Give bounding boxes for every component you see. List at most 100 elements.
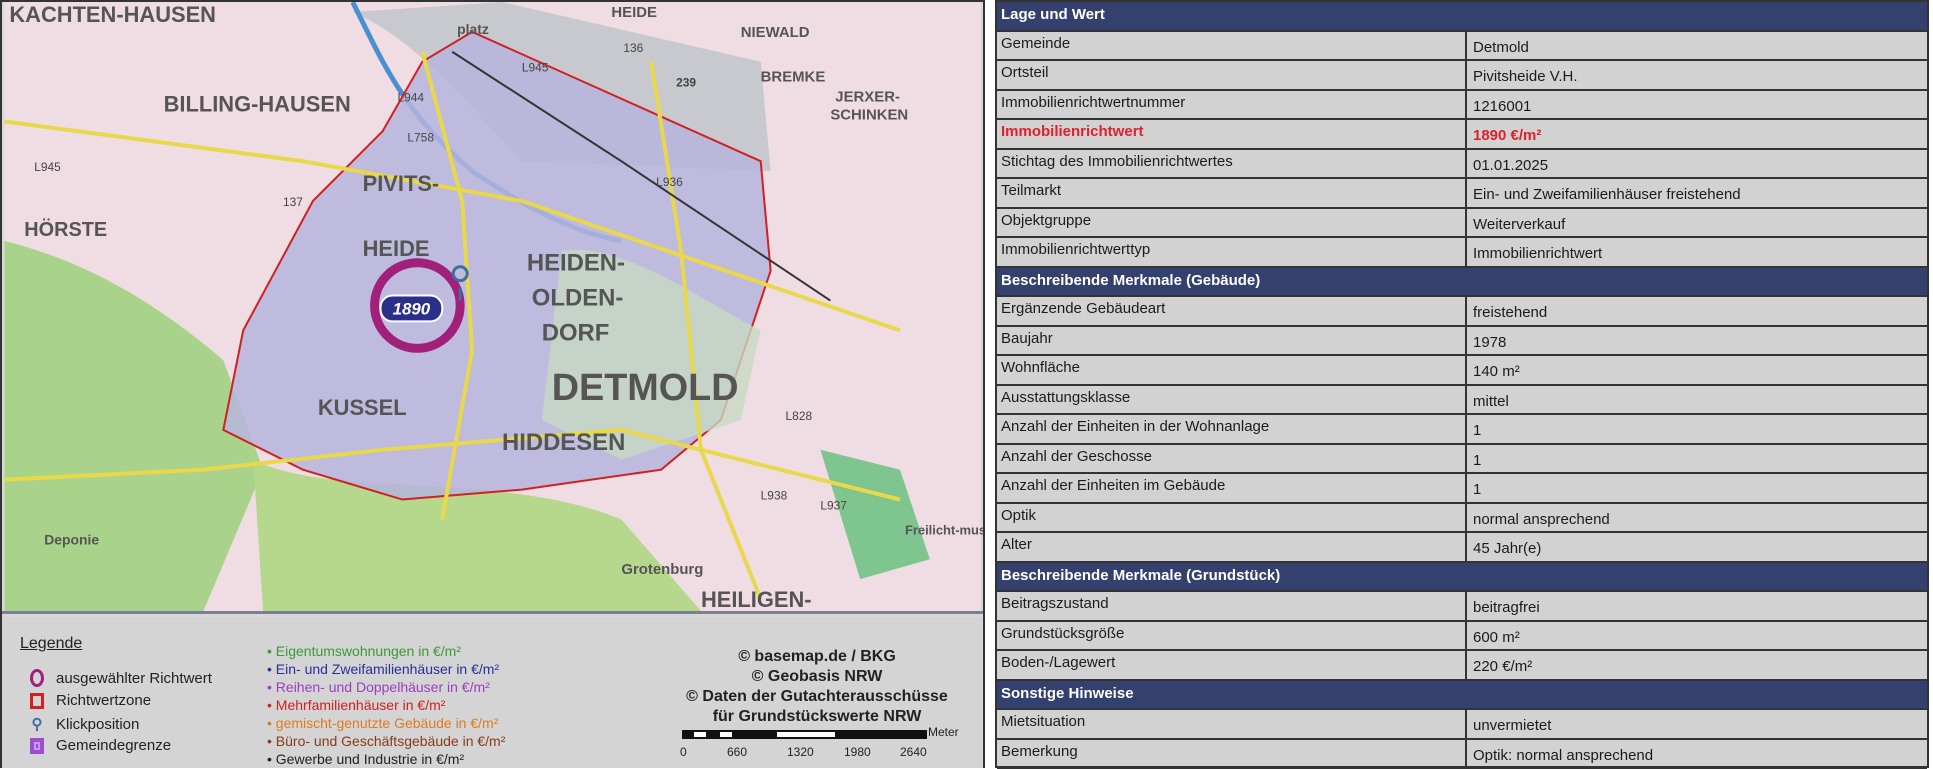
square-icon: [30, 693, 44, 709]
row-value: 01.01.2025: [1467, 150, 1927, 178]
row-key: Teilmarkt: [997, 179, 1467, 207]
svg-text:Grotenburg: Grotenburg: [621, 561, 703, 578]
svg-text:L945: L945: [522, 61, 549, 75]
row-key: Immobilienrichtwerttyp: [997, 238, 1467, 266]
svg-text:DETMOLD: DETMOLD: [552, 367, 739, 409]
svg-text:DORF: DORF: [542, 319, 610, 346]
row-value: 1216001: [1467, 91, 1927, 119]
row-key: Ergänzende Gebäudeart: [997, 297, 1467, 325]
legend-category: • Ein- und Zweifamilienhäuser in €/m²: [267, 661, 499, 677]
svg-text:NIEWALD: NIEWALD: [741, 24, 810, 41]
section-header: Beschreibende Merkmale (Grundstück): [997, 563, 1927, 593]
svg-text:KUSSEL: KUSSEL: [318, 395, 407, 420]
row-key: Immobilienrichtwertnummer: [997, 91, 1467, 119]
svg-text:Freilicht-museum: Freilicht-museum: [905, 522, 983, 537]
table-row: ImmobilienrichtwerttypImmobilienrichtwer…: [997, 238, 1927, 268]
row-key: Stichtag des Immobilienrichtwertes: [997, 150, 1467, 178]
svg-text:L758: L758: [407, 130, 434, 144]
map-legend: Legende ausgewählter Richtwert Richtwert…: [2, 617, 983, 768]
row-value: 1: [1467, 445, 1927, 473]
svg-text:KACHTEN-HAUSEN: KACHTEN-HAUSEN: [9, 2, 216, 27]
svg-text:BREMKE: BREMKE: [761, 69, 826, 86]
legend-title: Legende: [20, 635, 82, 653]
table-row: Baujahr1978: [997, 327, 1927, 357]
svg-text:PIVITS-: PIVITS-: [363, 171, 440, 196]
table-row: GemeindeDetmold: [997, 32, 1927, 62]
table-row: BemerkungOptik: normal ansprechend: [997, 740, 1927, 769]
row-key: Anzahl der Einheiten in der Wohnanlage: [997, 415, 1467, 443]
svg-text:JERXER-: JERXER-: [835, 89, 900, 106]
boundary-icon: [30, 738, 44, 754]
legend-item: Gemeindegrenze: [30, 737, 171, 754]
legend-category: • Mehrfamilienhäuser in €/m²: [267, 697, 445, 713]
row-value: 600 m²: [1467, 622, 1927, 650]
row-value: unvermietet: [1467, 710, 1927, 738]
svg-text:OLDEN-: OLDEN-: [532, 285, 624, 312]
legend-item: ausgewählter Richtwert: [30, 669, 212, 687]
legend-item: Richtwertzone: [30, 692, 151, 709]
svg-text:SCHINKEN: SCHINKEN: [830, 106, 908, 123]
table-row: Stichtag des Immobilienrichtwertes01.01.…: [997, 150, 1927, 180]
svg-text:L945: L945: [34, 160, 61, 174]
table-row: Mietsituationunvermietet: [997, 710, 1927, 740]
section-header: Sonstige Hinweise: [997, 681, 1927, 711]
section-header: Beschreibende Merkmale (Gebäude): [997, 268, 1927, 298]
table-row: ObjektgruppeWeiterverkauf: [997, 209, 1927, 239]
map-panel: KACHTEN-HAUSEN BILLING-HAUSEN HÖRSTE PIV…: [0, 0, 985, 768]
table-row: Immobilienrichtwert1890 €/m²: [997, 120, 1927, 150]
svg-text:HEIDEN-: HEIDEN-: [527, 250, 625, 277]
row-value: 140 m²: [1467, 356, 1927, 384]
table-row: Immobilienrichtwertnummer1216001: [997, 91, 1927, 121]
row-key: Gemeinde: [997, 32, 1467, 60]
row-key: Optik: [997, 504, 1467, 532]
row-value: freistehend: [1467, 297, 1927, 325]
map-canvas[interactable]: KACHTEN-HAUSEN BILLING-HAUSEN HÖRSTE PIV…: [2, 2, 983, 614]
legend-item: ⚲ Klickposition: [30, 715, 139, 733]
table-row: Ausstattungsklassemittel: [997, 386, 1927, 416]
row-value: 45 Jahr(e): [1467, 533, 1927, 561]
row-key: Ortsteil: [997, 61, 1467, 89]
legend-category: • gemischt-genutzte Gebäude in €/m²: [267, 715, 498, 731]
row-value: Optik: normal ansprechend: [1467, 740, 1927, 768]
svg-text:platz: platz: [457, 21, 489, 37]
row-value: 1890 €/m²: [1467, 120, 1927, 148]
row-value: Detmold: [1467, 32, 1927, 60]
svg-text:L937: L937: [820, 499, 847, 513]
row-key: Mietsituation: [997, 710, 1467, 738]
svg-text:HEIDE: HEIDE: [363, 236, 430, 261]
svg-text:L936: L936: [656, 175, 683, 189]
map-credits: © basemap.de / BKG © Geobasis NRW © Date…: [667, 647, 967, 727]
table-row: TeilmarktEin- und Zweifamilienhäuser fre…: [997, 179, 1927, 209]
row-value: 1978: [1467, 327, 1927, 355]
svg-text:HIDDESEN: HIDDESEN: [502, 429, 625, 456]
row-value: Immobilienrichtwert: [1467, 238, 1927, 266]
svg-text:1890: 1890: [393, 299, 431, 318]
svg-text:L828: L828: [786, 409, 813, 423]
svg-text:HEIDE: HEIDE: [611, 4, 657, 21]
table-row: Wohnfläche140 m²: [997, 356, 1927, 386]
svg-text:239: 239: [676, 76, 696, 90]
table-row: Anzahl der Geschosse1: [997, 445, 1927, 475]
circle-icon: [30, 669, 44, 687]
row-value: 1: [1467, 415, 1927, 443]
svg-text:137: 137: [283, 195, 303, 209]
row-value: Pivitsheide V.H.: [1467, 61, 1927, 89]
table-row: Optiknormal ansprechend: [997, 504, 1927, 534]
row-key: Immobilienrichtwert: [997, 120, 1467, 148]
row-key: Wohnfläche: [997, 356, 1467, 384]
table-row: Grundstücksgröße600 m²: [997, 622, 1927, 652]
legend-category: • Büro- und Geschäftsgebäude in €/m²: [267, 733, 505, 749]
row-value: 1: [1467, 474, 1927, 502]
row-key: Baujahr: [997, 327, 1467, 355]
table-row: OrtsteilPivitsheide V.H.: [997, 61, 1927, 91]
row-value: Ein- und Zweifamilienhäuser freistehend: [1467, 179, 1927, 207]
table-row: Boden-/Lagewert220 €/m²: [997, 651, 1927, 681]
row-key: Anzahl der Einheiten im Gebäude: [997, 474, 1467, 502]
property-details-table: Lage und WertGemeindeDetmoldOrtsteilPivi…: [995, 0, 1929, 768]
table-row: Ergänzende Gebäudeartfreistehend: [997, 297, 1927, 327]
section-header: Lage und Wert: [997, 2, 1927, 32]
svg-text:HÖRSTE: HÖRSTE: [24, 218, 107, 241]
pin-icon: ⚲: [30, 715, 44, 733]
row-key: Grundstücksgröße: [997, 622, 1467, 650]
row-key: Bemerkung: [997, 740, 1467, 768]
